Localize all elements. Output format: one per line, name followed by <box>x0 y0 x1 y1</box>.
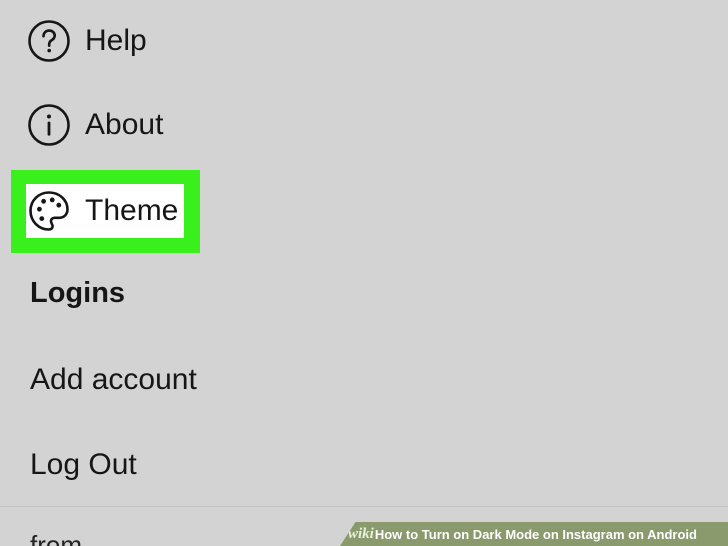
from-footer-label: from <box>30 530 82 546</box>
info-circle-icon <box>27 103 71 147</box>
logins-section-heading: Logins <box>30 277 126 309</box>
log-out-label: Log Out <box>30 448 137 481</box>
about-menu-item[interactable]: About <box>27 103 163 147</box>
question-circle-icon <box>27 19 71 63</box>
add-account-label: Add account <box>30 363 197 396</box>
watermark-title: How to Turn on Dark Mode on Instagram on… <box>374 526 697 542</box>
theme-label: Theme <box>85 194 179 227</box>
add-account-menu-item[interactable]: Add account <box>30 365 197 395</box>
watermark-brand: wiki <box>348 525 374 542</box>
wikihow-watermark: wiki How to Turn on Dark Mode on Instagr… <box>340 522 728 546</box>
log-out-menu-item[interactable]: Log Out <box>30 450 137 480</box>
help-label: Help <box>85 24 147 57</box>
about-label: About <box>85 108 164 141</box>
footer-divider <box>0 506 728 507</box>
palette-icon <box>27 189 71 233</box>
theme-menu-item[interactable]: Theme <box>27 189 178 233</box>
help-menu-item[interactable]: Help <box>27 19 147 63</box>
settings-screen: Help About Theme Logins Add account Log … <box>0 0 728 546</box>
